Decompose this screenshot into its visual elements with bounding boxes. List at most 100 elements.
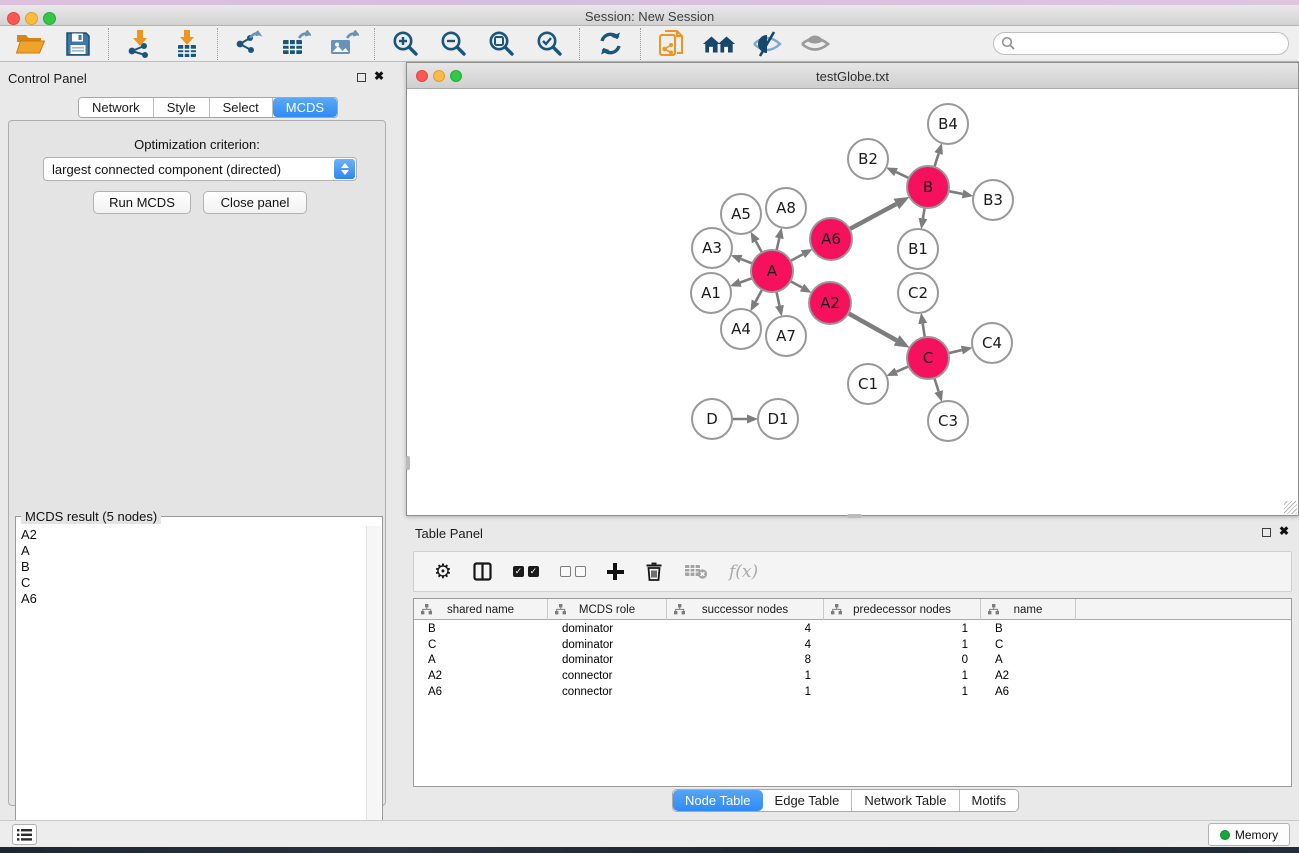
table-cell[interactable]: A: [981, 654, 1076, 666]
table-cell[interactable]: 8: [667, 654, 824, 666]
table-cell[interactable]: dominator: [548, 623, 667, 635]
node-A1[interactable]: A1: [691, 273, 731, 313]
save-session-icon[interactable]: [61, 28, 95, 60]
column-header-name[interactable]: name: [981, 599, 1076, 620]
table-cell[interactable]: A: [414, 654, 548, 666]
export-table-icon[interactable]: [279, 28, 313, 60]
node-A4[interactable]: A4: [721, 309, 761, 349]
export-network-icon[interactable]: [231, 28, 265, 60]
memory-button[interactable]: Memory: [1208, 823, 1290, 846]
result-item[interactable]: A: [21, 543, 365, 559]
node-A2[interactable]: A2: [809, 282, 851, 324]
network-canvas[interactable]: B4B2BB3A8A5A6A3B1AA1C2A2A4A7C4CC1DD1C3: [407, 90, 1298, 515]
run-mcds-button[interactable]: Run MCDS: [93, 191, 191, 214]
settings-gear-icon[interactable]: ⚙: [434, 557, 452, 587]
table-body[interactable]: Bdominator41BCdominator41CAdominator80AA…: [414, 621, 1291, 786]
result-scrollbar[interactable]: [366, 526, 381, 853]
column-header-predecessor-nodes[interactable]: predecessor nodes: [824, 599, 981, 620]
table-row[interactable]: A2connector11A2: [414, 668, 1291, 684]
tab-select[interactable]: Select: [210, 98, 273, 117]
search-input[interactable]: [993, 32, 1289, 55]
network-window-titlebar[interactable]: testGlobe.txt: [407, 63, 1298, 89]
table-cell[interactable]: 1: [667, 686, 824, 698]
import-network-icon[interactable]: [122, 28, 156, 60]
column-header-MCDS-role[interactable]: MCDS role: [548, 599, 667, 620]
canvas-vscroll-thumb[interactable]: [406, 456, 410, 470]
column-header-successor-nodes[interactable]: successor nodes: [667, 599, 824, 620]
node-D[interactable]: D: [692, 399, 732, 439]
tab-edge-table[interactable]: Edge Table: [763, 790, 853, 811]
node-C2[interactable]: C2: [898, 273, 938, 313]
home-icon[interactable]: [702, 28, 736, 60]
float-panel-icon[interactable]: [357, 73, 366, 82]
node-B[interactable]: B: [907, 166, 949, 208]
import-table-icon[interactable]: [170, 28, 204, 60]
node-D1[interactable]: D1: [758, 399, 798, 439]
tab-node-table[interactable]: Node Table: [673, 790, 763, 811]
add-column-icon[interactable]: [607, 563, 624, 580]
result-item[interactable]: B: [21, 559, 365, 575]
function-builder-icon[interactable]: f(x): [729, 557, 758, 587]
table-cell[interactable]: C: [981, 639, 1076, 651]
node-B1[interactable]: B1: [898, 229, 938, 269]
mcds-result-list[interactable]: A2ABCA6: [18, 527, 365, 853]
table-cell[interactable]: A6: [981, 686, 1076, 698]
delete-column-icon[interactable]: [645, 557, 663, 587]
task-history-button[interactable]: [12, 824, 37, 845]
node-C[interactable]: C: [907, 337, 949, 379]
table-cell[interactable]: 1: [667, 670, 824, 682]
node-A5[interactable]: A5: [721, 194, 761, 234]
open-session-icon[interactable]: [13, 28, 47, 60]
table-cell[interactable]: 1: [824, 670, 981, 682]
table-cell[interactable]: 0: [824, 654, 981, 666]
node-B2[interactable]: B2: [848, 139, 888, 179]
close-panel-button[interactable]: Close panel: [203, 191, 307, 214]
table-cell[interactable]: B: [414, 623, 548, 635]
table-row[interactable]: Bdominator41B: [414, 621, 1291, 637]
result-item[interactable]: A2: [21, 527, 365, 543]
table-cell[interactable]: B: [981, 623, 1076, 635]
table-cell[interactable]: C: [414, 639, 548, 651]
node-C4[interactable]: C4: [972, 323, 1012, 363]
node-A3[interactable]: A3: [692, 228, 732, 268]
table-cell[interactable]: 1: [824, 639, 981, 651]
zoom-out-icon[interactable]: [436, 28, 470, 60]
split-columns-icon[interactable]: [473, 557, 492, 587]
column-header-shared-name[interactable]: shared name: [414, 599, 548, 620]
node-C3[interactable]: C3: [928, 401, 968, 441]
float-table-panel-icon[interactable]: [1262, 528, 1271, 537]
table-cell[interactable]: 1: [824, 623, 981, 635]
node-A8[interactable]: A8: [766, 188, 806, 228]
table-cell[interactable]: connector: [548, 670, 667, 682]
node-B4[interactable]: B4: [928, 104, 968, 144]
table-row[interactable]: Cdominator41C: [414, 637, 1291, 653]
node-B3[interactable]: B3: [973, 180, 1013, 220]
network-graph[interactable]: B4B2BB3A8A5A6A3B1AA1C2A2A4A7C4CC1DD1C3: [407, 90, 1298, 516]
table-cell[interactable]: connector: [548, 686, 667, 698]
table-cell[interactable]: dominator: [548, 639, 667, 651]
node-A6[interactable]: A6: [810, 218, 852, 260]
hide-graphics-details-icon[interactable]: [750, 28, 784, 60]
zoom-fit-icon[interactable]: [484, 28, 518, 60]
node-A[interactable]: A: [751, 250, 793, 292]
delete-table-icon[interactable]: [684, 557, 708, 587]
canvas-hscroll-thumb[interactable]: [847, 514, 862, 518]
table-cell[interactable]: 1: [824, 686, 981, 698]
table-cell[interactable]: dominator: [548, 654, 667, 666]
table-row[interactable]: Adominator80A: [414, 653, 1291, 669]
result-item[interactable]: C: [21, 575, 365, 591]
select-all-icon[interactable]: ✓✓: [513, 557, 539, 587]
table-cell[interactable]: 4: [667, 623, 824, 635]
table-cell[interactable]: A2: [414, 670, 548, 682]
result-item[interactable]: A6: [21, 591, 365, 607]
refresh-layout-icon[interactable]: [593, 28, 627, 60]
open-network-file-icon[interactable]: [654, 28, 688, 60]
node-A7[interactable]: A7: [766, 316, 806, 356]
table-cell[interactable]: 4: [667, 639, 824, 651]
tab-network-table[interactable]: Network Table: [852, 790, 959, 811]
close-table-panel-icon[interactable]: ✖: [1279, 524, 1289, 538]
table-row[interactable]: A6connector11A6: [414, 684, 1291, 700]
table-cell[interactable]: A2: [981, 670, 1076, 682]
export-image-icon[interactable]: [327, 28, 361, 60]
tab-motifs[interactable]: Motifs: [960, 790, 1019, 811]
